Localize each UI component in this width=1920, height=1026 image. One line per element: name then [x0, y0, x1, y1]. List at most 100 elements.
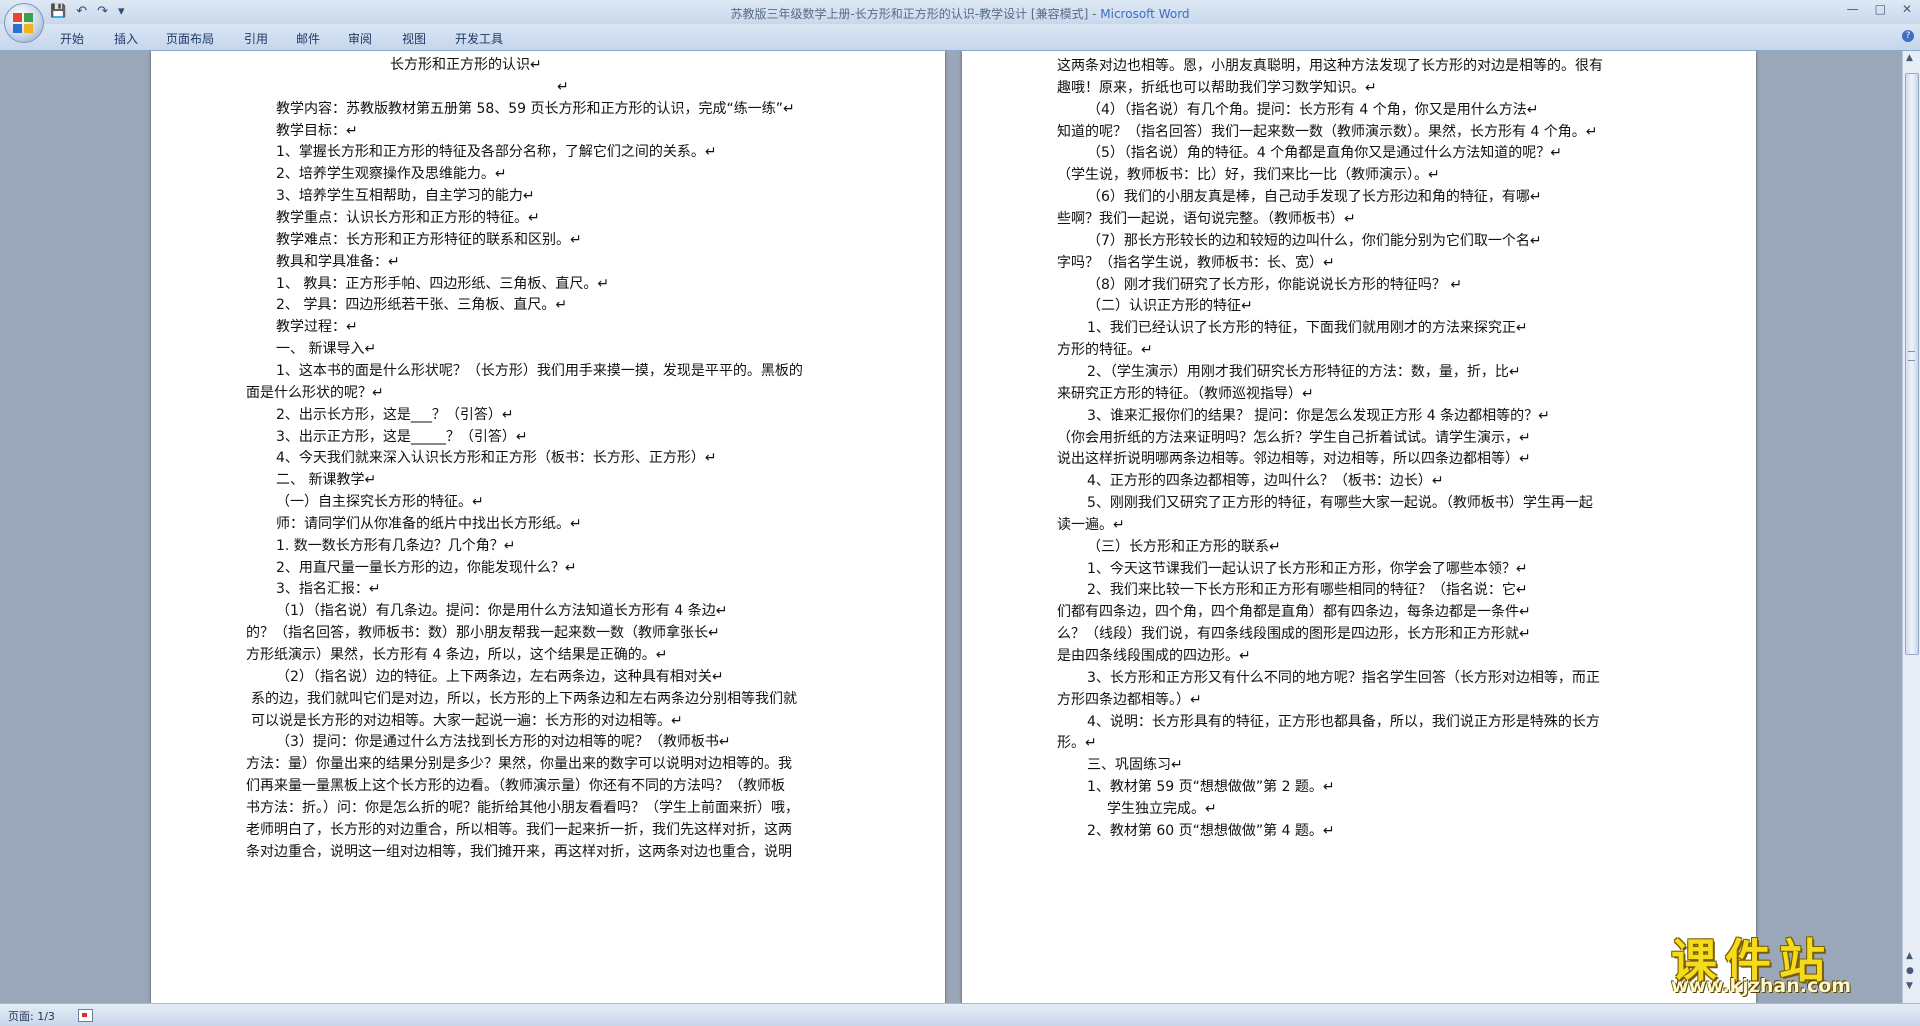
paragraph-line: 可以说是长方形的对边相等。大家一起说一遍：长方形的对边相等。↵	[251, 712, 683, 729]
paragraph-line: 们再来量一量黑板上这个长方形的边看。（教师演示量）你还有不同的方法吗？（教师板	[246, 778, 785, 795]
paragraph-line: （二）认识正方形的特征↵	[1087, 298, 1253, 315]
tab-view[interactable]: 视图	[402, 30, 426, 47]
tab-references[interactable]: 引用	[244, 30, 268, 47]
paragraph-line: 2、教材第 60 页“想想做做”第 4 题。↵	[1087, 822, 1335, 839]
paragraph-line: （一）自主探究长方形的特征。↵	[276, 494, 484, 510]
paragraph-line: 教学目标：↵	[276, 122, 358, 139]
paragraph-line: 们都有四条边，四个角，四个角都是直角）都有四条边，每条边都是一条件↵	[1057, 604, 1531, 621]
scrollbar-grip-icon	[1908, 351, 1915, 361]
scrollbar-thumb[interactable]	[1905, 73, 1919, 655]
page-indicator[interactable]: 页面: 1/3	[8, 1008, 55, 1024]
tab-insert[interactable]: 插入	[114, 30, 138, 47]
paragraph-line: 方形纸演示）果然，长方形有 4 条边，所以，这个结果是正确的。↵	[246, 647, 668, 663]
paragraph-line: 二、 新课教学↵	[276, 472, 377, 489]
paragraph-line: （3）提问：你是通过什么方法找到长方形的对边相等的呢？（教师板书↵	[276, 734, 731, 751]
paragraph-line: 教学难点：长方形和正方形特征的联系和区别。↵	[276, 231, 582, 248]
paragraph-line: 书方法：折。）问：你是怎么折的呢？能折给其他小朋友看看吗？（学生上前面来折）哦，	[246, 799, 799, 816]
paragraph-line: 教学重点：认识长方形和正方形的特征。↵	[276, 210, 540, 226]
paragraph-line: 字吗？（指名学生说，教师板书：长、宽）↵	[1057, 254, 1335, 271]
ribbon-tabs: 开始 插入 页面布局 引用 邮件 审阅 视图 开发工具 ?	[0, 24, 1920, 51]
paragraph-line: 2、培养学生观察操作及思维能力。↵	[276, 166, 507, 183]
proofing-icon[interactable]	[78, 1009, 93, 1022]
paragraph-line: 1. 数一数长方形有几条边？几个角？↵	[276, 537, 516, 554]
paragraph-line: 2、用直尺量一量长方形的边，你能发现什么？↵	[276, 559, 577, 576]
watermark-url: www.kjzhan.com	[1671, 975, 1852, 997]
office-logo-yellow	[24, 24, 33, 33]
paragraph-line: 5、刚刚我们又研究了正方形的特征，有哪些大家一起说。（教师板书）学生再一起	[1087, 495, 1593, 511]
paragraph-line: 方形四条边都相等。）↵	[1057, 691, 1202, 708]
status-bar: 页面: 1/3	[0, 1003, 1920, 1026]
paragraph-line: （学生说，教师板书：比）好，我们来比一比（教师演示）。↵	[1057, 167, 1440, 184]
tab-review[interactable]: 审阅	[348, 30, 372, 47]
window-controls: — □ ✕	[1847, 2, 1912, 16]
paragraph-line: （5）（指名说）角的特征。4 个角都是直角你又是通过什么方法知道的呢？↵	[1087, 145, 1562, 162]
paragraph-line: 教学内容：苏教版教材第五册第 58、59 页长方形和正方形的认识，完成“练一练”…	[276, 100, 795, 117]
paragraph-line: 三、巩固练习↵	[1087, 757, 1183, 774]
title-bar: 💾 ↶ ↷ ▾ 苏教版三年级数学上册-长方形和正方形的认识-教学设计 [兼容模式…	[0, 0, 1920, 43]
paragraph-line: 是由四条线段围成的四边形。↵	[1057, 648, 1251, 664]
minimize-icon[interactable]: —	[1847, 2, 1859, 16]
paragraph-line: 1、教材第 59 页“想想做做”第 2 题。↵	[1087, 779, 1335, 796]
paragraph-line: 系的边，我们就叫它们是对边，所以，长方形的上下两条边和左右两条边分别相等我们就	[251, 690, 797, 707]
kjzhan-watermark: 课件站 www.kjzhan.com	[1665, 925, 1905, 1000]
window-title-app: Microsoft Word	[1100, 7, 1190, 21]
paragraph-line: 学生独立完成。↵	[1107, 800, 1217, 817]
paragraph-line: 2、（学生演示）用刚才我们研究长方形特征的方法：数，量，折，比↵	[1087, 363, 1521, 380]
paragraph-line: 长方形和正方形的认识↵	[390, 57, 542, 73]
paragraph-line: 师：请同学们从你准备的纸片中找出长方形纸。↵	[276, 515, 582, 532]
paragraph-line: 2、出示长方形，这是___？（引答）↵	[276, 406, 514, 423]
document-page-2[interactable]: 这两条对边也相等。恩，小朋友真聪明，用这种方法发现了长方形的对边是相等的。很有趣…	[962, 51, 1756, 1003]
paragraph-line: 些啊？我们一起说，语句说完整。（教师板书）↵	[1057, 211, 1356, 227]
paragraph-line: （1）（指名说）有几条边。提问：你是用什么方法知道长方形有 4 条边↵	[276, 603, 728, 620]
document-page-1[interactable]: 长方形和正方形的认识↵ ↵ 教学内容：苏教版教材第五册第 58、59 页长方形和正方…	[151, 51, 945, 1003]
paragraph-line: 1、今天这节课我们一起认识了长方形和正方形，你学会了哪些本领？↵	[1087, 560, 1528, 577]
paragraph-line: （6）我们的小朋友真是棒，自己动手发现了长方形边和角的特征，有哪↵	[1087, 189, 1542, 206]
paragraph-line: 教具和学具准备：↵	[276, 253, 400, 270]
tab-developer[interactable]: 开发工具	[455, 30, 503, 47]
paragraph-line: 的？（指名回答，教师板书：数）那小朋友帮我一起来数一数（教师拿张长↵	[246, 625, 720, 642]
window-title-doc: 苏教版三年级数学上册-长方形和正方形的认识-教学设计 [兼容模式] -	[730, 7, 1101, 21]
maximize-icon[interactable]: □	[1875, 2, 1886, 16]
next-page-icon[interactable]: ▼	[1906, 981, 1913, 991]
paragraph-line: （三）长方形和正方形的联系↵	[1087, 538, 1281, 555]
paragraph-line: 说出这样折说明哪两条边相等。邻边相等，对边相等，所以四条边都相等）↵	[1057, 451, 1531, 468]
vertical-scrollbar[interactable]: ▲ ▲ ● ▼	[1902, 51, 1920, 1003]
office-logo-green	[24, 13, 33, 22]
paragraph-line: 来研究正方形的特征。（教师巡视指导）↵	[1057, 385, 1314, 402]
document-area: 长方形和正方形的认识↵ ↵ 教学内容：苏教版教材第五册第 58、59 页长方形和正方…	[0, 51, 1903, 1003]
paragraph-line: （7）那长方形较长的边和较短的边叫什么，你们能分别为它们取一个名↵	[1087, 232, 1542, 249]
paragraph-line: 一、 新课导入↵	[276, 341, 377, 358]
paragraph-line: 形。↵	[1057, 735, 1097, 752]
paragraph-line: 4、正方形的四条边都相等，边叫什么？（板书：边长）↵	[1087, 473, 1444, 490]
paragraph-line: 趣哦！原来，折纸也可以帮助我们学习数学知识。↵	[1057, 79, 1377, 96]
paragraph-line: 这两条对边也相等。恩，小朋友真聪明，用这种方法发现了长方形的对边是相等的。很有	[1057, 58, 1603, 74]
paragraph-line: 3、谁来汇报你们的结果？ 提问：你是怎么发现正方形 4 条边都相等的？↵	[1087, 407, 1550, 424]
paragraph-line: 知道的呢？（指名回答）我们一起来数一数（教师演示数）。果然，长方形有 4 个角。…	[1057, 123, 1598, 140]
browse-object-icon[interactable]: ●	[1906, 966, 1914, 976]
paragraph-line: 3、指名汇报：↵	[276, 581, 381, 598]
office-button[interactable]	[4, 3, 44, 43]
paragraph-line: 2、 学具：四边形纸若干张、三角板、直尺。↵	[276, 297, 568, 314]
paragraph-line: （4）（指名说）有几个角。提问：长方形有 4 个角，你又是用什么方法↵	[1087, 101, 1539, 118]
tab-page-layout[interactable]: 页面布局	[166, 30, 214, 47]
window-title: 苏教版三年级数学上册-长方形和正方形的认识-教学设计 [兼容模式] - Micr…	[0, 5, 1920, 22]
paragraph-line: 方法：量）你量出来的结果分别是多少？果然，你量出来的数字可以说明对边相等的。我	[246, 756, 792, 773]
paragraph-line: 3、培养学生互相帮助，自主学习的能力↵	[276, 188, 535, 205]
paragraph-line: 面是什么形状的呢？↵	[246, 384, 384, 401]
scroll-up-icon[interactable]: ▲	[1906, 53, 1913, 63]
paragraph-line: 教学过程：↵	[276, 319, 358, 336]
paragraph-line: 老师明白了，长方形的对边重合，所以相等。我们一起来折一折，我们先这样对折，这两	[246, 821, 792, 838]
paragraph-line: 方形的特征。↵	[1057, 342, 1153, 359]
paragraph-line: 1、这本书的面是什么形状呢？（长方形）我们用手来摸一摸，发现是平平的。黑板的	[276, 362, 803, 379]
tab-home[interactable]: 开始	[60, 30, 84, 47]
paragraph-line: 4、说明：长方形具有的特征，正方形也都具备，所以，我们说正方形是特殊的长方	[1087, 713, 1600, 730]
prev-page-icon[interactable]: ▲	[1906, 951, 1913, 961]
tab-mailings[interactable]: 邮件	[296, 30, 320, 47]
paragraph-line: （你会用折纸的方法来证明吗？怎么折？学生自己折着试试。请学生演示，↵	[1057, 429, 1531, 446]
help-icon[interactable]: ?	[1902, 30, 1914, 42]
paragraph-line: 4、今天我们就来深入认识长方形和正方形（板书：长方形、正方形）↵	[276, 450, 717, 467]
close-icon[interactable]: ✕	[1902, 2, 1912, 16]
paragraph-line: 1、掌握长方形和正方形的特征及各部分名称，了解它们之间的关系。↵	[276, 144, 717, 161]
paragraph-line: 2、我们来比较一下长方形和正方形有哪些相同的特征？（指名说：它↵	[1087, 582, 1528, 599]
paragraph-line: 么？（线段）我们说，有四条线段围成的图形是四边形，长方形和正方形就↵	[1057, 626, 1531, 643]
